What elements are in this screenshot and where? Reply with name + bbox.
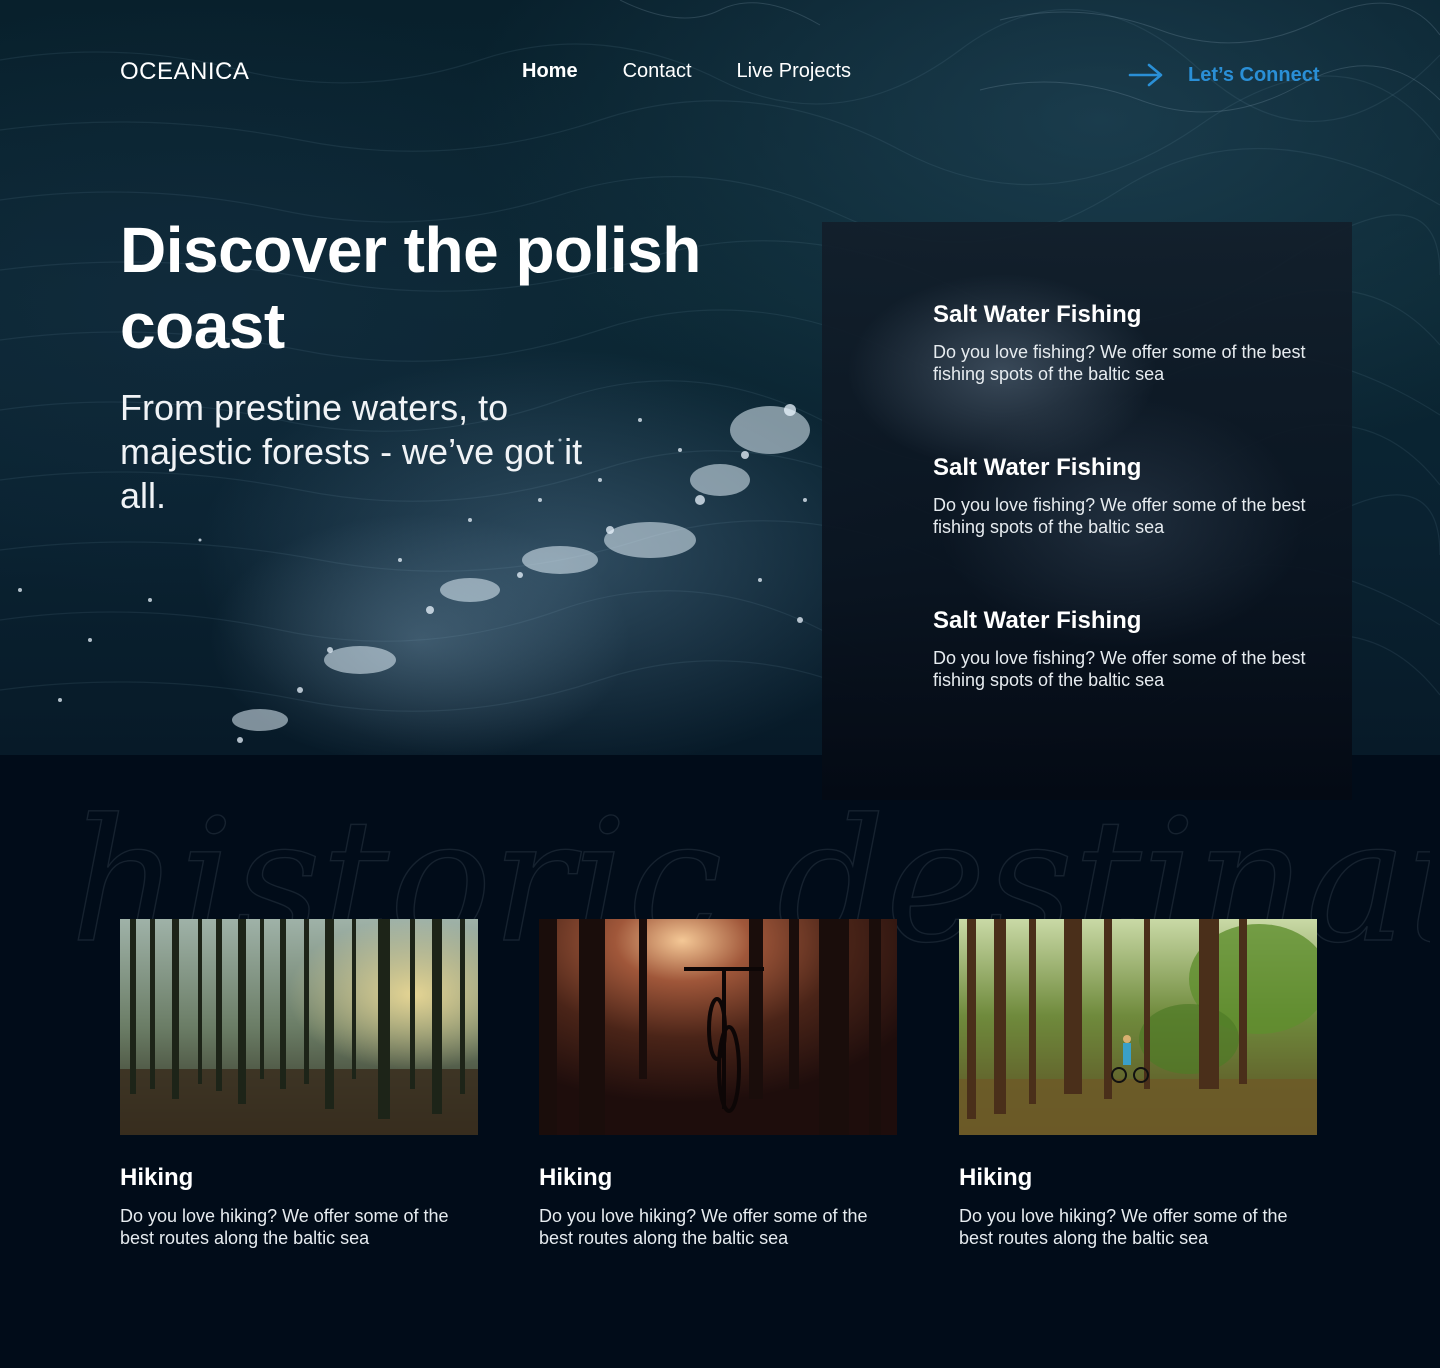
feature-title: Salt Water Fishing (933, 454, 1142, 481)
arrow-right-icon (1128, 62, 1164, 88)
nav-item-contact[interactable]: Contact (623, 60, 692, 83)
nav-item-home[interactable]: Home (522, 60, 578, 83)
feature-title: Salt Water Fishing (933, 607, 1142, 634)
cyclist-forest-photo (959, 919, 1317, 1135)
bicycle-forest-photo (539, 919, 897, 1135)
feature-text: Do you love fishing? We offer some of th… (933, 648, 1306, 690)
card-title: Hiking (539, 1164, 613, 1191)
lets-connect-label: Let’s Connect (1188, 63, 1320, 86)
logo[interactable]: OCEANICA (120, 58, 249, 86)
card-text: Do you love hiking? We offer some of the… (959, 1206, 1288, 1248)
main-nav: Home Contact Live Projects (522, 60, 851, 83)
destination-card[interactable]: Hiking Do you love hiking? We offer some… (539, 919, 897, 1249)
nav-item-live-projects[interactable]: Live Projects (737, 60, 852, 83)
destination-card[interactable]: Hiking Do you love hiking? We offer some… (120, 919, 478, 1249)
feature-text: Do you love fishing? We offer some of th… (933, 495, 1306, 537)
feature-title: Salt Water Fishing (933, 301, 1142, 328)
hero-subtitle: From prestine waters, to majestic forest… (120, 387, 583, 516)
feature-item[interactable]: Salt Water Fishing Do you love fishing? … (933, 606, 1343, 691)
destination-card[interactable]: Hiking Do you love hiking? We offer some… (959, 919, 1317, 1249)
card-text: Do you love hiking? We offer some of the… (120, 1206, 449, 1248)
forest-photo (120, 919, 478, 1135)
lets-connect-button[interactable]: Let’s Connect (1128, 62, 1320, 88)
feature-item[interactable]: Salt Water Fishing Do you love fishing? … (933, 453, 1343, 538)
card-text: Do you love hiking? We offer some of the… (539, 1206, 868, 1248)
card-title: Hiking (959, 1164, 1033, 1191)
features-panel: Salt Water Fishing Do you love fishing? … (822, 222, 1352, 800)
feature-text: Do you love fishing? We offer some of th… (933, 342, 1306, 384)
feature-item[interactable]: Salt Water Fishing Do you love fishing? … (933, 300, 1343, 385)
hero-title: Discover the polish coast (120, 214, 701, 362)
card-title: Hiking (120, 1164, 194, 1191)
